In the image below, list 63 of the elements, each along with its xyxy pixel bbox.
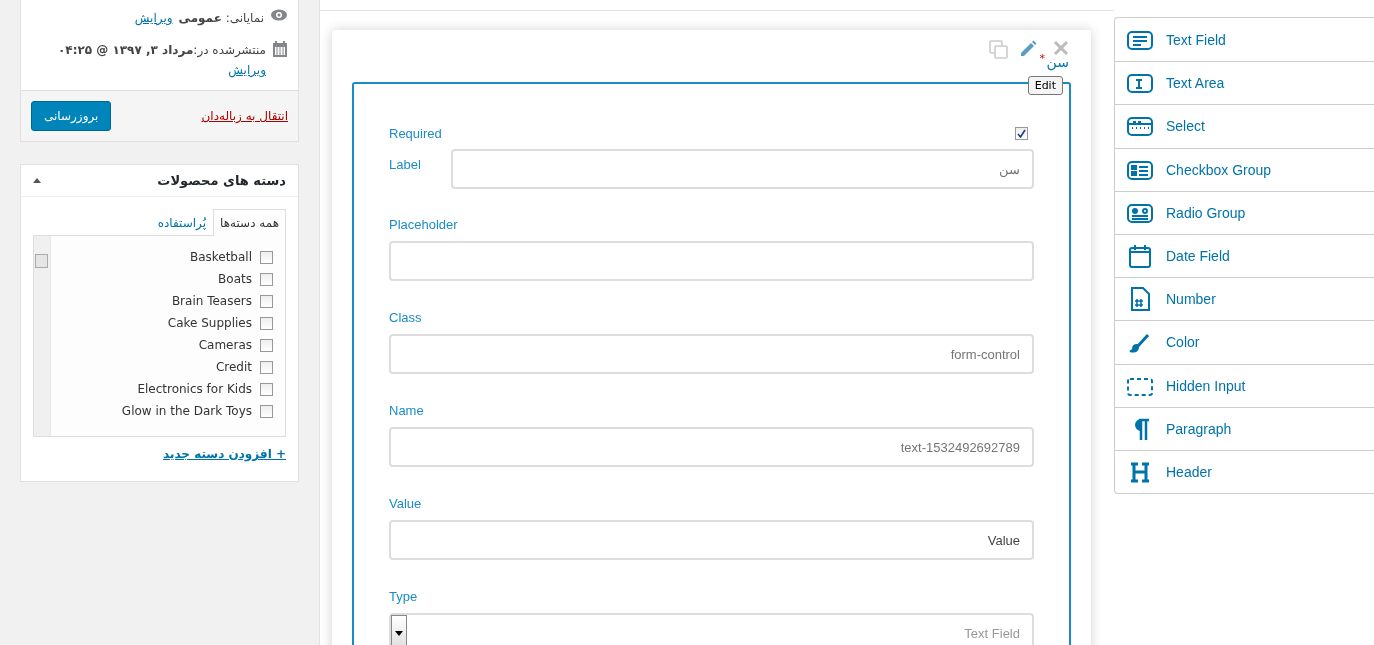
category-checkbox[interactable] <box>260 338 273 352</box>
trash-link[interactable]: انتقال به زباله‌دان <box>201 109 288 123</box>
dropdown-caret-icon[interactable] <box>391 615 407 645</box>
field-label: Value <box>389 496 423 511</box>
category-checkbox[interactable] <box>260 360 273 374</box>
add-category-link[interactable]: + افزودن دسته جدید <box>162 447 286 461</box>
category-label: Cameras <box>198 338 252 352</box>
close-icon[interactable] <box>1053 40 1069 56</box>
control-item[interactable]: Radio Group <box>1115 190 1374 234</box>
category-label: Brain Teasers <box>171 294 252 308</box>
control-item[interactable]: Color <box>1115 320 1374 364</box>
field-label: Name <box>389 403 425 418</box>
field-label: Type <box>389 589 419 604</box>
category-label: Glow in the Dark Toys <box>121 404 252 418</box>
category-tab[interactable]: پُراستفاده <box>150 209 214 236</box>
input-field[interactable]: form-control <box>389 334 1034 374</box>
category-checkbox[interactable] <box>260 316 273 330</box>
control-item[interactable]: Select <box>1115 104 1374 148</box>
collapse-arrow-icon[interactable] <box>33 178 41 183</box>
field-label: Class <box>389 310 423 325</box>
control-item[interactable]: Checkbox Group <box>1115 147 1374 191</box>
category-checkbox[interactable] <box>260 294 273 308</box>
category-label: Basketball <box>189 250 252 264</box>
required-asterisk: * <box>1039 52 1045 65</box>
category-checkbox[interactable] <box>260 272 273 286</box>
published-date-text: منتشرشده در:مرداد ۳, ۱۳۹۷ @ ۰۴:۲۵ <box>58 43 266 57</box>
field-label: Required <box>389 126 442 141</box>
control-item[interactable]: Date Field <box>1115 233 1374 278</box>
field-title: سن <box>1046 54 1069 70</box>
update-button[interactable]: بروزرسانی <box>31 101 112 131</box>
scrollbar[interactable] <box>34 236 51 436</box>
pencil-icon[interactable] <box>1018 40 1037 58</box>
eye-icon <box>270 8 288 22</box>
required-checkbox[interactable] <box>1015 127 1028 140</box>
control-item[interactable]: Header <box>1115 449 1374 494</box>
category-label: Electronics for Kids <box>137 382 252 396</box>
calendar-icon <box>272 40 288 58</box>
edit-link[interactable]: ویرایش <box>134 8 173 28</box>
control-item[interactable]: Text Field <box>1115 18 1374 62</box>
copy-icon[interactable] <box>988 40 1009 60</box>
edit-link[interactable]: ویرایش <box>228 63 266 77</box>
category-label: Boats <box>218 272 252 286</box>
visibility-text: نمایانی: عمومی <box>178 10 264 28</box>
calendar-icon <box>1127 243 1153 270</box>
category-label: Credit <box>215 360 252 374</box>
edit-tooltip: Edit <box>1027 76 1063 95</box>
type-select[interactable]: Text Field <box>389 613 1034 645</box>
panel-title: دسته های محصولات <box>157 173 286 188</box>
control-item[interactable]: Paragraph <box>1115 406 1374 450</box>
control-item[interactable]: Text Area <box>1115 61 1374 105</box>
control-item[interactable]: Number <box>1115 277 1374 321</box>
input-field[interactable]: Value <box>389 520 1034 560</box>
control-item[interactable]: Hidden Input <box>1115 363 1374 407</box>
category-checkbox[interactable] <box>260 250 273 264</box>
category-checkbox[interactable] <box>260 382 273 396</box>
field-label: Label <box>389 157 421 172</box>
field-label: Placeholder <box>389 217 459 232</box>
input-field[interactable]: text-1532492692789 <box>389 427 1034 467</box>
category-label: Cake Supplies <box>167 316 252 330</box>
input-field[interactable] <box>389 241 1034 281</box>
input-field[interactable]: سن <box>450 149 1034 189</box>
category-tab[interactable]: همه دسته‌ها <box>213 209 286 236</box>
category-checkbox[interactable] <box>260 404 273 418</box>
